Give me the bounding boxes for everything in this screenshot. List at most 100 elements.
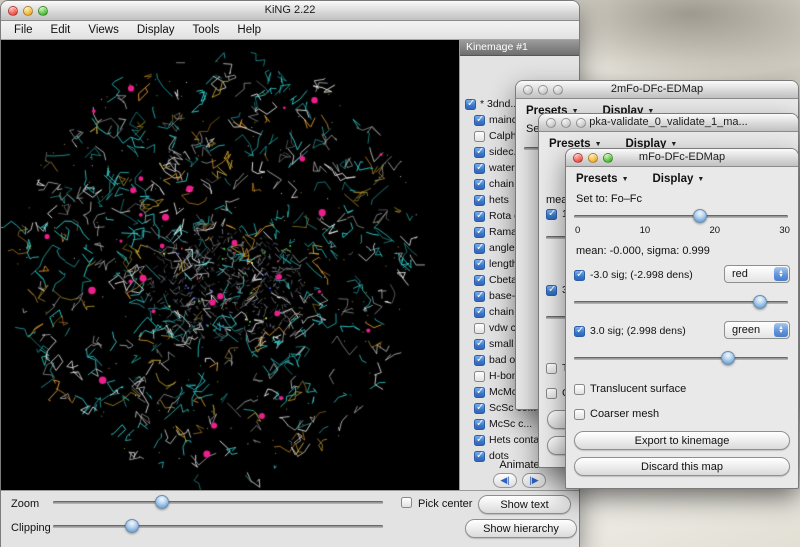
coarser-mesh-row: Coarser mesh [574,406,659,422]
window-menu[interactable]: Display▼ [653,173,705,185]
tree-item-checkbox[interactable] [474,339,485,350]
tree-item-checkbox[interactable] [474,211,485,222]
pos-color-select[interactable]: green [724,321,790,339]
slider-thumb[interactable] [693,209,707,223]
tree-item-checkbox[interactable] [474,307,485,318]
minimize-button[interactable] [561,118,571,128]
titlebar[interactable]: 2mFo-DFc-EDMap [516,81,798,99]
neg-color-select[interactable]: red [724,265,790,283]
show-text-button[interactable]: Show text [478,495,571,514]
slider-thumb[interactable] [721,351,735,365]
zoom-button[interactable] [553,85,563,95]
chevron-down-icon: ▼ [595,141,602,148]
slider-tick-label: 0 [575,225,580,236]
show-hierarchy-button[interactable]: Show hierarchy [465,519,577,538]
zoom-label: Zoom [11,498,39,510]
pos-contour-slider[interactable] [574,351,788,366]
zoom-slider-track[interactable] [53,501,383,504]
viewport-controls-bar: Zoom Pick center Show text Clipping Show… [1,490,579,547]
tree-item-checkbox[interactable] [474,115,485,126]
tree-item-checkbox[interactable] [474,323,485,334]
coarser-mesh-checkbox[interactable] [574,409,585,420]
contour-checkbox[interactable] [546,285,557,296]
neg-contour-label: -3.0 sig; (-2.998 dens) [590,269,693,281]
contour-checkbox[interactable] [546,209,557,220]
clipping-label: Clipping [11,522,51,534]
window-controls [546,118,586,128]
discard-map-button[interactable]: Discard this map [574,457,790,476]
level-slider[interactable] [574,209,788,224]
menubar-item[interactable]: Display [128,24,184,36]
slider-thumb[interactable] [753,295,767,309]
tree-item-checkbox[interactable] [465,99,476,110]
minimize-button[interactable] [538,85,548,95]
tree-item-checkbox[interactable] [474,291,485,302]
close-button[interactable] [8,6,18,16]
neg-contour-row: -3.0 sig; (-2.998 dens) [574,267,693,283]
zoom-button[interactable] [38,6,48,16]
neg-contour-slider[interactable] [574,295,788,310]
window-controls [8,6,48,16]
animate-next-button[interactable]: |▶ [522,473,546,488]
option-checkbox[interactable] [546,388,557,399]
tree-item-checkbox[interactable] [474,371,485,382]
menubar-item[interactable]: Edit [42,24,80,36]
translucent-checkbox[interactable] [574,384,585,395]
tree-item-checkbox[interactable] [474,131,485,142]
menubar-item[interactable]: Views [79,24,127,36]
tree-item-checkbox[interactable] [474,259,485,270]
map-window-mfo-dfc: mFo-DFc-EDMap Presets▼ Display▼ Set to: … [565,148,799,489]
slider-track[interactable] [574,357,788,360]
pos-contour-checkbox[interactable] [574,326,585,337]
clipping-slider-thumb[interactable] [125,519,139,533]
slider-tick-label: 30 [779,225,790,236]
window-menu[interactable]: Presets▼ [576,173,629,185]
zoom-slider[interactable] [53,495,383,510]
window-menu-label: Presets [576,173,618,185]
export-to-kinemage-button[interactable]: Export to kinemage [574,431,790,450]
minimize-button[interactable] [23,6,33,16]
window-controls [573,153,613,163]
tree-item-checkbox[interactable] [474,163,485,174]
zoom-button[interactable] [603,153,613,163]
option-checkbox[interactable] [546,363,557,374]
animate-buttons: ◀| |▶ [460,473,579,488]
menubar-item[interactable]: Help [228,24,270,36]
close-button[interactable] [523,85,533,95]
molecule-canvas[interactable] [1,40,459,490]
zoom-slider-thumb[interactable] [155,495,169,509]
neg-contour-checkbox[interactable] [574,270,585,281]
menubar: File Edit Views Display Tools Help [1,21,579,40]
tree-item-checkbox[interactable] [474,195,485,206]
tree-item-checkbox[interactable] [474,419,485,430]
tree-item-checkbox[interactable] [474,435,485,446]
kinemage-panel-header: Kinemage #1 [460,40,579,56]
main-titlebar[interactable]: KiNG 2.22 [1,1,579,21]
animate-prev-button[interactable]: ◀| [493,473,517,488]
graphics-viewport[interactable] [1,40,459,490]
coarser-mesh-label: Coarser mesh [590,408,659,420]
tree-item-checkbox[interactable] [474,275,485,286]
tree-item-checkbox[interactable] [474,355,485,366]
tree-item-checkbox[interactable] [474,403,485,414]
clipping-slider-track[interactable] [53,525,383,528]
clipping-slider[interactable] [53,519,383,534]
tree-item-label: hets [489,194,509,206]
zoom-button[interactable] [576,118,586,128]
tree-item-checkbox[interactable] [474,243,485,254]
close-button[interactable] [573,153,583,163]
pick-center-checkbox[interactable] [401,497,412,508]
minimize-button[interactable] [588,153,598,163]
close-button[interactable] [546,118,556,128]
slider-track[interactable] [574,215,788,218]
menubar-item[interactable]: Tools [184,24,229,36]
tree-item-checkbox[interactable] [474,387,485,398]
tree-item-label: * 3dnd... [480,98,519,110]
titlebar[interactable]: mFo-DFc-EDMap [566,149,798,167]
tree-item-checkbox[interactable] [474,147,485,158]
titlebar[interactable]: pka-validate_0_validate_1_ma... [539,114,798,132]
tree-item-checkbox[interactable] [474,179,485,190]
king-main-window: KiNG 2.22 File Edit Views Display Tools … [0,0,580,547]
tree-item-checkbox[interactable] [474,227,485,238]
menubar-item[interactable]: File [5,24,42,36]
